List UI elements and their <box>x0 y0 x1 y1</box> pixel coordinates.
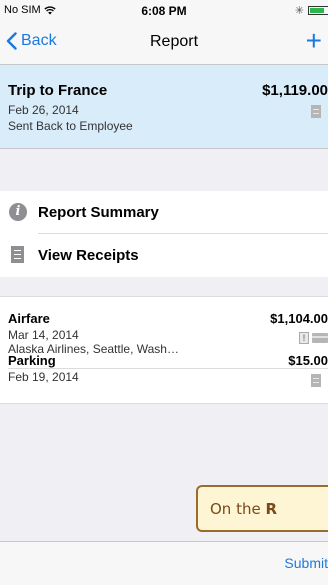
status-right: ✳ <box>295 4 328 17</box>
receipt-icon <box>311 105 321 118</box>
callout-bold-text: R <box>265 500 278 518</box>
view-receipts-row[interactable]: View Receipts <box>0 234 328 277</box>
receipt-icon <box>11 246 24 263</box>
status-bar: No SIM 6:08 PM ✳ <box>0 0 328 21</box>
expense-name: Parking <box>8 353 56 368</box>
report-title: Trip to France <box>8 82 108 99</box>
report-status: Sent Back to Employee <box>8 119 133 133</box>
status-time: 6:08 PM <box>141 4 187 18</box>
section-gap <box>0 149 328 191</box>
add-button[interactable]: + <box>306 25 322 57</box>
bluetooth-icon: ✳ <box>294 5 304 17</box>
view-receipts-label: View Receipts <box>38 247 139 264</box>
expense-row-parking[interactable]: Parking $15.00 Feb 19, 2014 <box>0 339 328 403</box>
bottom-toolbar: Submit <box>0 541 328 585</box>
report-amount: $1,119.00 <box>262 82 328 99</box>
expense-amount: $1,104.00 <box>270 311 328 326</box>
report-summary-row[interactable]: i Report Summary <box>0 191 328 234</box>
section-gap <box>0 277 328 296</box>
battery-icon <box>308 6 328 15</box>
page-title: Report <box>149 33 199 50</box>
report-date: Feb 26, 2014 <box>8 103 79 117</box>
expense-amount: $15.00 <box>288 353 328 368</box>
submit-button[interactable]: Submit <box>284 555 328 571</box>
tutorial-callout: On the R <box>196 485 328 532</box>
expense-name: Airfare <box>8 311 50 326</box>
report-header[interactable]: Trip to France $1,119.00 Feb 26, 2014 Se… <box>0 65 328 149</box>
nav-bar: Back Report + <box>0 21 328 65</box>
app-screen: No SIM 6:08 PM ✳ Back Report + Trip to F… <box>0 0 328 585</box>
callout-text: On the <box>210 500 266 518</box>
receipt-icon <box>311 374 321 387</box>
report-summary-label: Report Summary <box>38 204 159 221</box>
info-icon: i <box>9 203 27 221</box>
expense-row-airfare[interactable]: Airfare $1,104.00 Mar 14, 2014 ! <box>0 296 328 344</box>
expense-date: Feb 19, 2014 <box>8 370 79 384</box>
